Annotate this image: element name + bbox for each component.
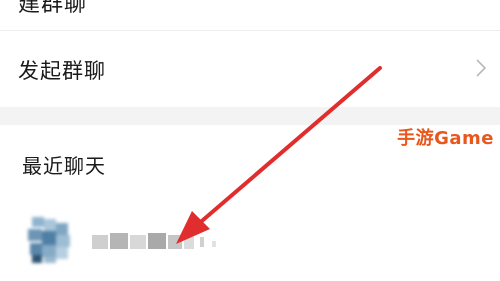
recent-chats-title: 最近聊天 <box>22 154 106 178</box>
watermark-logo: 手游Game <box>397 128 494 149</box>
start-group-chat-row[interactable]: 发起群聊 <box>0 31 500 107</box>
section-gap <box>0 107 500 125</box>
contact-name-redacted <box>92 233 216 249</box>
recent-contact-row[interactable] <box>0 205 500 281</box>
chevron-right-icon <box>476 59 487 77</box>
create-chat-row[interactable]: 建群聊 <box>0 0 500 30</box>
avatar <box>28 217 70 263</box>
start-group-chat-label: 发起群聊 <box>18 59 106 83</box>
create-chat-label: 建群聊 <box>18 0 88 17</box>
chat-list-screen: 建群聊 发起群聊 最近聊天 手游Game <box>0 0 500 281</box>
